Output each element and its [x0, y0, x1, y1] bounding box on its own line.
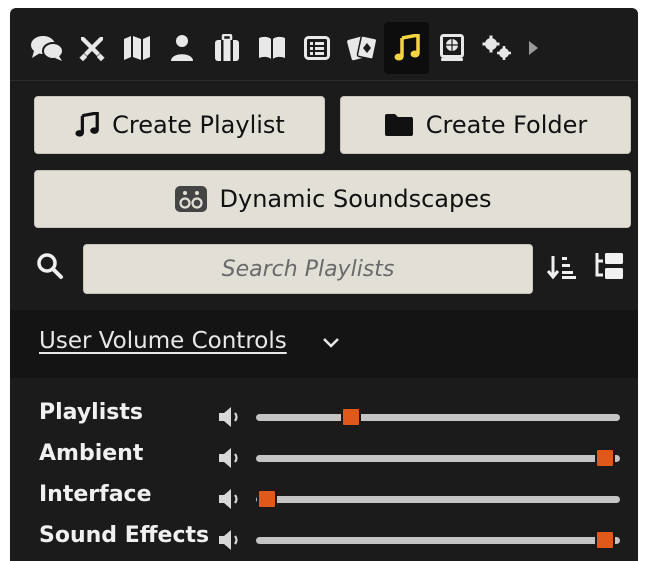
create-folder-button[interactable]: Create Folder	[340, 96, 631, 154]
slider-thumb[interactable]	[595, 448, 616, 468]
slider-thumb[interactable]	[340, 407, 361, 427]
tab-scenes[interactable]	[114, 22, 159, 74]
slider-track[interactable]	[256, 455, 620, 462]
dynamic-soundscapes-button[interactable]: Dynamic Soundscapes	[34, 170, 631, 228]
speaker-icon[interactable]	[218, 406, 244, 432]
tab-playlists[interactable]	[384, 22, 429, 74]
dynamic-soundscapes-label: Dynamic Soundscapes	[219, 185, 492, 213]
slider-track[interactable]	[256, 537, 620, 544]
combat-swords-icon	[78, 34, 106, 62]
items-suitcase-icon	[214, 34, 240, 62]
tab-journal[interactable]	[249, 22, 294, 74]
volume-label-interface: Interface	[39, 482, 152, 507]
volume-slider-interface[interactable]	[256, 489, 620, 509]
compendium-atlas-icon	[439, 34, 464, 62]
sidebar-tabs	[24, 18, 638, 78]
actors-user-icon	[170, 34, 194, 62]
slider-thumb[interactable]	[595, 530, 616, 550]
volume-controls-list: Playlists Ambient Interface Sound Effects	[10, 394, 638, 558]
volume-label-playlists: Playlists	[39, 400, 143, 425]
tab-compendium[interactable]	[429, 22, 474, 74]
volume-row-interface: Interface	[10, 476, 638, 517]
create-folder-label: Create Folder	[425, 111, 588, 139]
tab-settings[interactable]	[474, 22, 519, 74]
volume-controls-toggle[interactable]: User Volume Controls	[39, 328, 287, 354]
tab-combat[interactable]	[69, 22, 114, 74]
playlists-music-icon	[394, 34, 420, 62]
chat-messages-icon	[30, 34, 64, 62]
volume-row-sound-effects: Sound Effects	[10, 517, 638, 558]
scenes-map-icon	[123, 35, 151, 61]
volume-label-ambient: Ambient	[39, 441, 144, 466]
collapse-folders-icon[interactable]	[593, 251, 625, 285]
volume-label-sound-effects: Sound Effects	[39, 523, 210, 548]
slider-track[interactable]	[256, 414, 620, 421]
speaker-icon[interactable]	[218, 529, 244, 555]
speaker-icon[interactable]	[218, 488, 244, 514]
slider-track[interactable]	[256, 496, 620, 503]
cards-icon	[346, 34, 378, 62]
tab-items[interactable]	[204, 22, 249, 74]
settings-cogs-icon	[482, 35, 512, 61]
music-note-icon	[74, 112, 100, 138]
folder-icon	[384, 113, 414, 137]
sort-alphabetical-icon[interactable]	[546, 254, 577, 284]
tab-tables[interactable]	[294, 22, 339, 74]
more-tabs-arrow-icon	[527, 40, 539, 56]
journal-book-icon	[258, 36, 286, 60]
volume-slider-playlists[interactable]	[256, 407, 620, 427]
tab-actors[interactable]	[159, 22, 204, 74]
chevron-down-icon[interactable]	[322, 334, 340, 353]
playlist-sidebar: Create Playlist Create Folder Dynamic So…	[10, 8, 638, 561]
create-playlist-label: Create Playlist	[112, 111, 285, 139]
slider-thumb[interactable]	[256, 489, 277, 509]
tab-cards[interactable]	[339, 22, 384, 74]
search-icon	[36, 252, 64, 280]
volume-slider-ambient[interactable]	[256, 448, 620, 468]
tables-list-icon	[303, 36, 330, 60]
tabbar-divider	[10, 80, 638, 81]
volume-slider-sound-effects[interactable]	[256, 530, 620, 550]
search-input[interactable]	[83, 244, 533, 294]
create-playlist-button[interactable]: Create Playlist	[34, 96, 325, 154]
soundscape-speakers-icon	[174, 185, 208, 213]
tab-more[interactable]	[519, 22, 547, 74]
speaker-icon[interactable]	[218, 447, 244, 473]
volume-row-playlists: Playlists	[10, 394, 638, 435]
volume-row-ambient: Ambient	[10, 435, 638, 476]
tab-chat[interactable]	[24, 22, 69, 74]
